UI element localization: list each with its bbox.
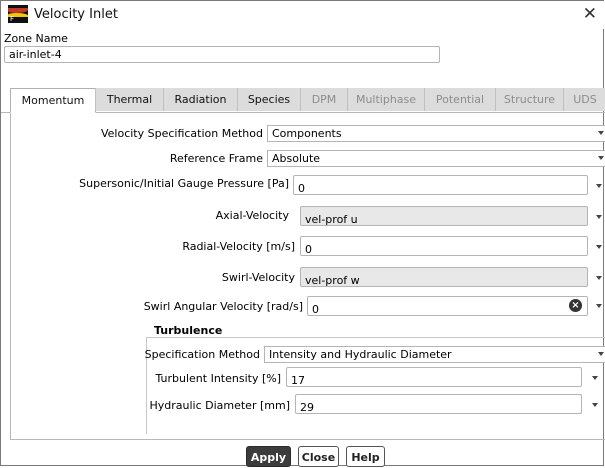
dialog-window: F Velocity Inlet ✕ Zone Name air-inlet-4… (0, 0, 605, 467)
gauge-pressure-input[interactable]: 0 (293, 175, 588, 195)
window-title: Velocity Inlet (34, 7, 118, 22)
turbulence-spec-method-value: Intensity and Hydraulic Diameter (269, 348, 452, 361)
zone-name-label: Zone Name (4, 32, 68, 45)
fluent-app-icon: F (8, 5, 28, 23)
swirl-velocity-label: Swirl-Velocity (221, 271, 295, 284)
turbulent-intensity-input[interactable]: 17 (286, 367, 582, 387)
tab-potential[interactable]: Potential (424, 88, 495, 111)
apply-button[interactable]: Apply (246, 446, 291, 467)
close-button[interactable]: Close (298, 446, 339, 467)
clear-icon[interactable]: × (569, 299, 582, 312)
hydraulic-diameter-label: Hydraulic Diameter [mm] (149, 399, 290, 412)
axial-velocity-label: Axial-Velocity (215, 209, 289, 222)
gauge-pressure-label: Supersonic/Initial Gauge Pressure [Pa] (79, 177, 289, 190)
hydraulic-diameter-dropdown-icon[interactable] (592, 403, 598, 407)
help-button[interactable]: Help (346, 446, 385, 467)
tab-bar: Momentum Thermal Radiation Species DPM M… (1, 88, 605, 113)
tab-momentum[interactable]: Momentum (10, 88, 96, 113)
turbulent-intensity-dropdown-icon[interactable] (592, 376, 598, 380)
turbulence-spec-method-select[interactable]: Intensity and Hydraulic Diameter (264, 346, 605, 363)
reference-frame-select[interactable]: Absolute (267, 150, 605, 167)
dropdown-caret-icon (598, 156, 604, 160)
axial-velocity-dropdown-icon[interactable] (596, 215, 602, 219)
axial-velocity-input[interactable]: vel-prof u (300, 206, 588, 226)
reference-frame-label: Reference Frame (169, 152, 263, 165)
turbulence-title: Turbulence (154, 324, 223, 337)
swirl-angular-velocity-dropdown-icon[interactable] (596, 304, 602, 308)
swirl-angular-velocity-input[interactable]: 0 (307, 296, 588, 316)
velocity-spec-method-select[interactable]: Components (267, 125, 605, 142)
swirl-angular-velocity-label: Swirl Angular Velocity [rad/s] (143, 300, 303, 313)
velocity-spec-method-label: Velocity Specification Method (100, 127, 263, 140)
swirl-velocity-input[interactable]: vel-prof w (300, 267, 588, 287)
tab-multiphase[interactable]: Multiphase (347, 88, 424, 111)
swirl-velocity-dropdown-icon[interactable] (596, 276, 602, 280)
radial-velocity-label: Radial-Velocity [m/s] (182, 240, 295, 253)
radial-velocity-input[interactable]: 0 (300, 236, 588, 256)
radial-velocity-dropdown-icon[interactable] (596, 245, 602, 249)
zone-name-input[interactable]: air-inlet-4 (4, 46, 440, 63)
turbulence-spec-method-label: Specification Method (144, 348, 260, 361)
tab-radiation[interactable]: Radiation (163, 88, 237, 111)
turbulent-intensity-label: Turbulent Intensity [%] (155, 372, 281, 385)
tab-species[interactable]: Species (237, 88, 300, 111)
hydraulic-diameter-input[interactable]: 29 (295, 394, 582, 414)
tab-structure[interactable]: Structure (495, 88, 563, 111)
gauge-pressure-dropdown-icon[interactable] (596, 184, 602, 188)
close-icon[interactable]: ✕ (583, 4, 597, 24)
tab-thermal[interactable]: Thermal (95, 88, 163, 111)
title-bar: F Velocity Inlet ✕ (1, 1, 605, 29)
dropdown-caret-icon (598, 131, 604, 135)
velocity-spec-method-value: Components (272, 127, 342, 140)
tab-dpm[interactable]: DPM (300, 88, 347, 111)
reference-frame-value: Absolute (272, 152, 321, 165)
dropdown-caret-icon (598, 352, 604, 356)
tab-uds[interactable]: UDS (563, 88, 605, 111)
